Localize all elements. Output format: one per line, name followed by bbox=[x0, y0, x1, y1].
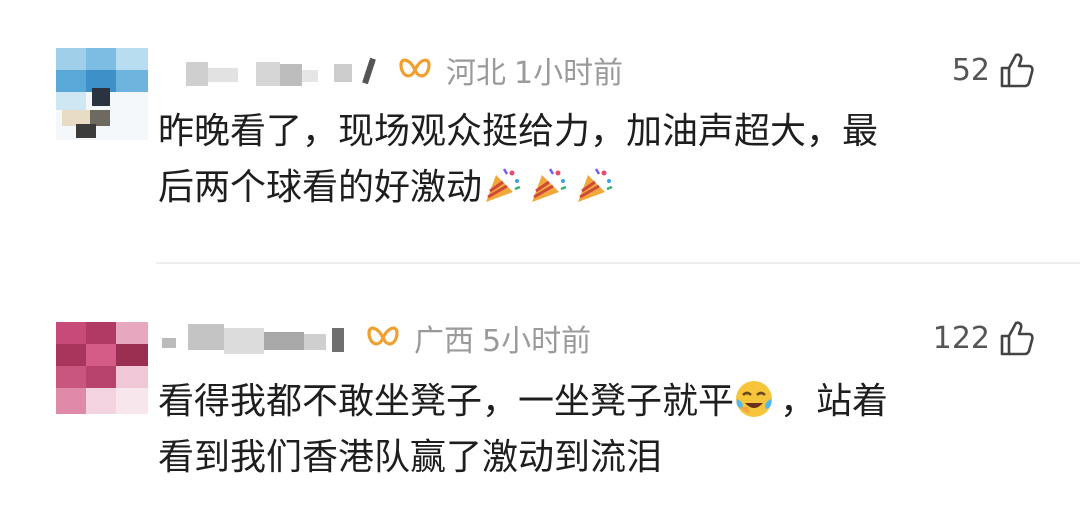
comment-text: 看得我都不敢坐凳子，一坐凳子就平 ，站着 看到我们香港队赢了激动到流泪 bbox=[158, 374, 1038, 486]
thumbs-up-icon[interactable] bbox=[1000, 320, 1034, 356]
comment-text-line: 后两个球看的好激动 bbox=[158, 160, 1038, 216]
comment-time: 1小时前 bbox=[514, 56, 624, 91]
comment-meta: 广西 5小时前 bbox=[162, 316, 591, 360]
party-popper-icon bbox=[578, 168, 613, 202]
member-badge-icon bbox=[399, 58, 431, 78]
comment-text-line: 看到我们香港队赢了激动到流泪 bbox=[158, 437, 663, 478]
comment-location: 河北 bbox=[446, 56, 506, 91]
comment-location-time: 广西 5小时前 bbox=[414, 316, 591, 360]
like-button[interactable]: 52 bbox=[952, 48, 1034, 92]
member-badge-icon bbox=[367, 326, 399, 346]
like-button[interactable]: 122 bbox=[933, 316, 1034, 360]
comment-text-segment: 看得我都不敢坐凳子，一坐凳子就平 bbox=[158, 381, 735, 422]
comment-divider bbox=[156, 262, 1080, 264]
party-popper-icon bbox=[486, 168, 521, 202]
thumbs-up-icon[interactable] bbox=[1000, 52, 1034, 88]
face-with-tears-icon bbox=[736, 381, 773, 417]
comment-time: 5小时前 bbox=[482, 324, 592, 359]
comment-location: 广西 bbox=[414, 324, 474, 359]
comment-item[interactable]: 广西 5小时前 122 看得我都不敢坐凳子，一坐凳子就平 ，站着 看到我们香港队赢了… bbox=[0, 266, 1080, 531]
comment-text: 昨晚看了，现场观众挺给力，加油声超大，最 后两个球看的好激动 bbox=[158, 104, 1038, 216]
like-count: 52 bbox=[951, 52, 990, 88]
like-count: 122 bbox=[932, 320, 990, 356]
comment-text-segment: 后两个球看的好激动 bbox=[158, 167, 483, 208]
comment-text-line: 看得我都不敢坐凳子，一坐凳子就平 ，站着 bbox=[158, 374, 1038, 430]
comment-location-time: 河北 1小时前 bbox=[446, 48, 623, 92]
comment-text-line: 昨晚看了，现场观众挺给力，加油声超大，最 bbox=[158, 111, 879, 152]
avatar[interactable] bbox=[56, 48, 148, 140]
party-popper-icon bbox=[532, 168, 567, 202]
comment-meta: 河北 1小时前 bbox=[168, 48, 623, 92]
avatar[interactable] bbox=[56, 322, 148, 414]
comment-item[interactable]: 河北 1小时前 52 昨晚看了，现场观众挺给力，加油声超大，最 后两个球看的好激动 bbox=[0, 0, 1080, 264]
username-redacted[interactable] bbox=[162, 316, 358, 360]
username-redacted[interactable] bbox=[168, 48, 390, 92]
comment-text-segment: ，站着 bbox=[780, 381, 889, 422]
